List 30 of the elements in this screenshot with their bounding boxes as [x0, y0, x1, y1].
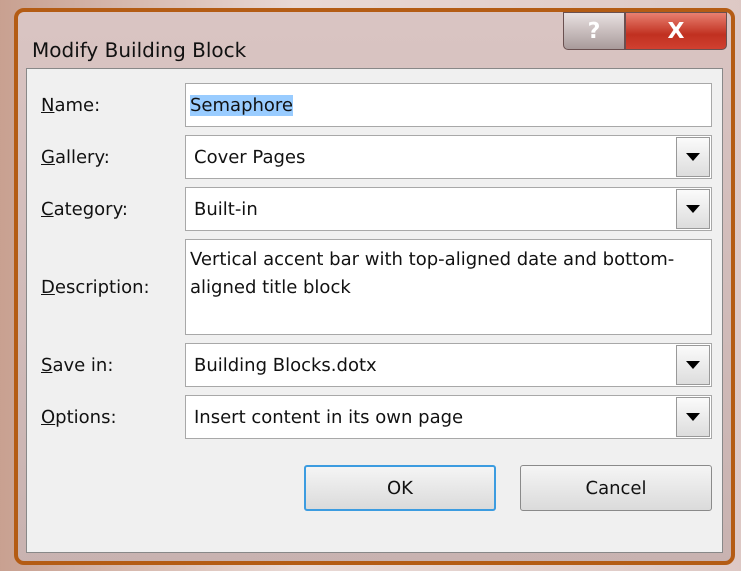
field-value: Cover Pages [194, 146, 306, 168]
dropdown-button[interactable] [676, 189, 710, 229]
field-label: Name: [41, 94, 102, 116]
close-button[interactable]: X [625, 12, 727, 50]
dropdown-field[interactable]: Cover Pages [185, 135, 712, 179]
dropdown-field[interactable]: Insert content in its own page [185, 395, 712, 439]
text-area[interactable]: Vertical accent bar with top-aligned date and bottom-aligned title block [185, 239, 712, 335]
field-value: Insert content in its own page [194, 406, 464, 428]
caret-icon [686, 205, 700, 213]
caret-icon [686, 361, 700, 369]
text-field[interactable]: Semaphore [185, 83, 712, 127]
field-label: Description: [41, 276, 151, 298]
dropdown-button[interactable] [676, 397, 710, 437]
dropdown-field[interactable]: Building Blocks.dotx [185, 343, 712, 387]
cancel-button[interactable]: Cancel [520, 465, 712, 511]
ok-button[interactable]: OK [304, 465, 496, 511]
dropdown-button[interactable] [676, 345, 710, 385]
field-value: Built-in [194, 198, 259, 220]
caret-icon [686, 413, 700, 421]
field-label: Options: [41, 406, 118, 428]
field-label: Save in: [41, 354, 114, 376]
field-label: Category: [41, 198, 129, 220]
field-label: Gallery: [41, 146, 111, 168]
field-value: Building Blocks.dotx [194, 354, 378, 376]
field-value: Semaphore [190, 94, 293, 116]
caret-icon [686, 153, 700, 161]
dropdown-field[interactable]: Built-in [185, 187, 712, 231]
window-title: Modify Building Block [32, 38, 246, 62]
dropdown-button[interactable] [676, 137, 710, 177]
field-value: Vertical accent bar with top-aligned date and bottom-aligned title block [190, 248, 676, 300]
